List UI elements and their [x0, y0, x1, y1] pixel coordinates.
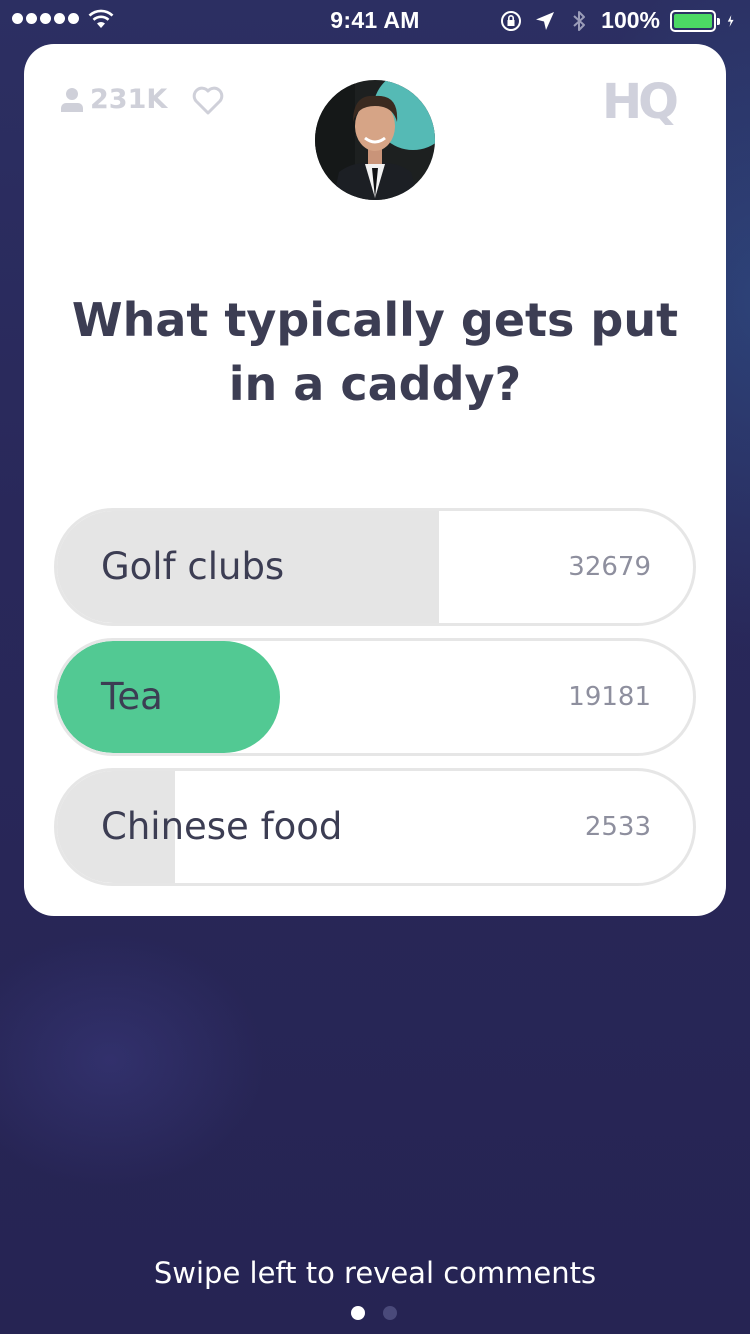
person-icon	[61, 87, 83, 112]
hq-logo-text: HQ	[602, 74, 677, 128]
viewer-count-value: 231K	[90, 84, 168, 115]
answer-count: 32679	[568, 552, 651, 582]
answer-option-chinese-food[interactable]: Chinese food 2533	[54, 768, 696, 886]
page-dot	[351, 1306, 365, 1320]
charging-icon	[727, 14, 734, 27]
host-avatar	[315, 80, 435, 200]
answer-label: Chinese food	[101, 805, 343, 848]
question-text: What typically gets put in a caddy?	[71, 293, 679, 411]
viewer-count: 231K	[60, 84, 167, 115]
location-icon	[536, 11, 555, 30]
orientation-lock-icon	[501, 10, 522, 31]
battery-icon	[670, 9, 720, 32]
answer-option-golf-clubs[interactable]: Golf clubs 32679	[54, 508, 696, 626]
page-dot	[383, 1306, 397, 1320]
heart-icon[interactable]	[192, 86, 224, 116]
answer-option-tea[interactable]: Tea 19181	[54, 638, 696, 756]
answer-bar	[57, 641, 280, 753]
battery-percent: 100%	[601, 7, 660, 33]
question-card: 231K HQ What typically gets put in a cad…	[24, 44, 726, 916]
answer-count: 19181	[568, 682, 651, 712]
swipe-hint: Swipe left to reveal comments	[153, 1256, 597, 1290]
status-bar: 9:41 AM 100%	[0, 0, 750, 40]
bluetooth-icon	[573, 10, 586, 31]
hq-logo: HQ	[602, 74, 681, 128]
answer-count: 2533	[584, 812, 651, 842]
page-indicator[interactable]	[351, 1306, 397, 1320]
answer-label: Golf clubs	[101, 545, 285, 588]
answer-label: Tea	[101, 675, 163, 718]
answer-list: Golf clubs 32679 Tea 19181 Chinese food …	[54, 508, 696, 898]
